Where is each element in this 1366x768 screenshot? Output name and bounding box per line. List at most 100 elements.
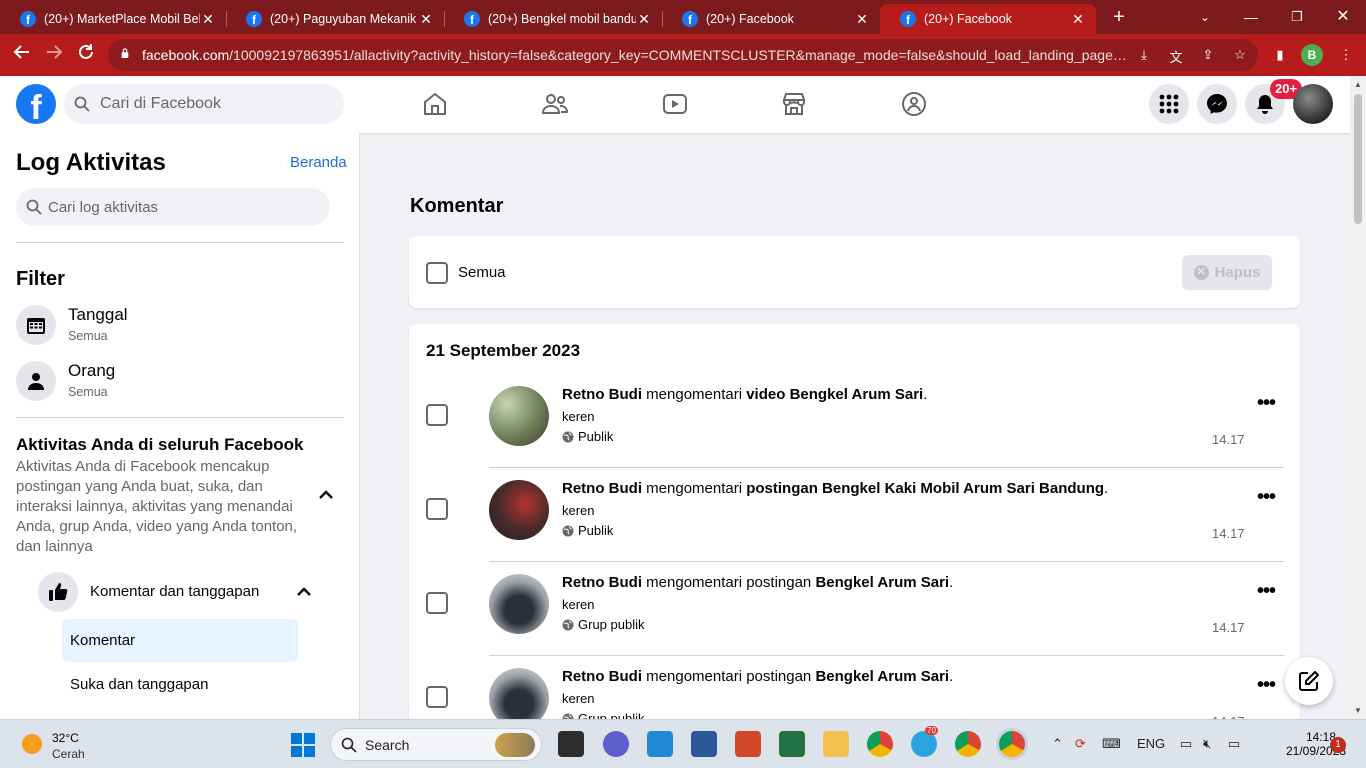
activity-thumbnail[interactable] xyxy=(489,480,549,540)
chrome-profile-icon[interactable] xyxy=(867,731,893,757)
volume-muted-icon[interactable]: 🔇︎ xyxy=(1203,736,1211,752)
minimize-button[interactable]: — xyxy=(1228,4,1274,30)
actor-name[interactable]: Retno Budi xyxy=(562,574,642,591)
vscode-icon[interactable] xyxy=(647,731,673,757)
marketplace-icon[interactable] xyxy=(780,90,808,118)
tab-search-button[interactable]: ⌄ xyxy=(1182,4,1228,30)
activity-search-input[interactable] xyxy=(48,188,318,226)
back-button[interactable] xyxy=(10,43,34,67)
select-all-checkbox[interactable] xyxy=(426,262,448,284)
account-avatar[interactable] xyxy=(1293,84,1333,124)
activity-thumbnail[interactable] xyxy=(489,386,549,446)
task-view-icon[interactable] xyxy=(558,731,584,757)
browser-menu-icon[interactable]: ⋮ xyxy=(1338,47,1354,63)
address-bar[interactable]: facebook.com/100092197863951/allactivity… xyxy=(108,39,1258,71)
row-checkbox[interactable] xyxy=(426,592,448,614)
activity-description[interactable]: Retno Budi mengomentari postingan Bengke… xyxy=(562,480,1108,497)
chevron-up-icon[interactable] xyxy=(316,485,336,505)
scroll-down-arrow-icon[interactable]: ▼ xyxy=(1354,706,1362,715)
restore-button[interactable]: ❐ xyxy=(1274,4,1320,30)
close-tab-icon[interactable]: ✕ xyxy=(418,11,434,28)
category-comments-and-reactions[interactable]: Komentar dan tanggapan xyxy=(38,570,338,614)
weather-description[interactable]: Cerah xyxy=(52,747,85,761)
browser-tab-paguyuban[interactable]: f (20+) Paguyuban Mekanik M ✕ xyxy=(226,4,444,34)
target-text[interactable]: video Bengkel Arum Sari xyxy=(746,386,923,403)
keyboard-icon[interactable]: ⌨ xyxy=(1102,736,1121,752)
language-indicator[interactable]: ENG xyxy=(1137,736,1165,751)
actor-name[interactable]: Retno Budi xyxy=(562,668,642,685)
sync-icon[interactable]: ⟳ xyxy=(1075,736,1086,752)
more-options-icon[interactable]: ••• xyxy=(1255,393,1277,418)
forward-button[interactable] xyxy=(42,43,66,67)
notification-count-badge[interactable]: 1 xyxy=(1330,737,1346,753)
file-explorer-icon[interactable] xyxy=(823,731,849,757)
browser-tab-marketplace[interactable]: f (20+) MarketPlace Mobil Bek ✕ xyxy=(0,4,226,34)
new-message-button[interactable] xyxy=(1285,657,1333,705)
watch-video-icon[interactable] xyxy=(661,90,689,118)
row-checkbox[interactable] xyxy=(426,686,448,708)
actor-name[interactable]: Retno Budi xyxy=(562,386,642,403)
weather-temperature[interactable]: 32°C xyxy=(52,731,79,745)
telegram-icon[interactable]: 70 xyxy=(911,726,938,757)
actor-name[interactable]: Retno Budi xyxy=(562,480,642,497)
activity-description[interactable]: Retno Budi mengomentari video Bengkel Ar… xyxy=(562,386,927,403)
close-tab-icon[interactable]: ✕ xyxy=(636,11,652,28)
show-hidden-icons-icon[interactable]: ⌃ xyxy=(1052,736,1063,752)
home-icon[interactable] xyxy=(421,90,449,118)
sidebar-item-likes-reactions[interactable]: Suka dan tanggapan xyxy=(70,676,208,693)
word-icon[interactable] xyxy=(691,731,717,757)
close-tab-icon[interactable]: ✕ xyxy=(854,11,870,28)
teams-chat-icon[interactable] xyxy=(603,731,629,757)
messenger-button[interactable] xyxy=(1197,84,1237,124)
chrome-active-icon[interactable] xyxy=(999,731,1025,757)
activity-description[interactable]: Retno Budi mengomentari postingan Bengke… xyxy=(562,668,953,685)
windows-start-icon[interactable] xyxy=(291,733,315,757)
bookmark-star-icon[interactable]: ☆ xyxy=(1232,47,1248,63)
share-icon[interactable]: ⇪ xyxy=(1200,47,1216,63)
more-options-icon[interactable]: ••• xyxy=(1255,581,1277,606)
taskbar-search[interactable]: Search xyxy=(330,728,542,761)
chrome-profile-icon[interactable] xyxy=(955,731,981,757)
excel-icon[interactable] xyxy=(779,731,805,757)
scroll-up-arrow-icon[interactable]: ▲ xyxy=(1354,80,1362,89)
browser-tab-bengkel[interactable]: f (20+) Bengkel mobil bandung ✕ xyxy=(444,4,662,34)
battery-icon[interactable]: ▭ xyxy=(1228,736,1240,752)
close-tab-icon[interactable]: ✕ xyxy=(1070,11,1086,28)
translate-icon[interactable]: 文 xyxy=(1168,47,1184,65)
more-options-icon[interactable]: ••• xyxy=(1255,487,1277,512)
browser-tab-facebook-active[interactable]: f (20+) Facebook ✕ xyxy=(880,4,1096,34)
sidebar-item-comments[interactable]: Komentar xyxy=(62,619,298,662)
facebook-logo[interactable]: f xyxy=(16,84,56,124)
row-checkbox[interactable] xyxy=(426,404,448,426)
gaming-icon[interactable] xyxy=(900,90,928,118)
home-link[interactable]: Beranda xyxy=(290,154,347,171)
new-tab-button[interactable]: + xyxy=(1108,6,1130,28)
system-clock[interactable]: 14:18 21/09/2023 xyxy=(1286,730,1346,758)
page-scrollbar[interactable]: ▲ ▼ xyxy=(1350,76,1366,719)
activity-description[interactable]: Retno Budi mengomentari postingan Bengke… xyxy=(562,574,953,591)
menu-grid-button[interactable] xyxy=(1149,84,1189,124)
delete-button[interactable]: ✕ Hapus xyxy=(1182,255,1272,290)
filter-date[interactable]: Tanggal Semua xyxy=(16,301,344,349)
reload-button[interactable] xyxy=(74,43,98,67)
close-tab-icon[interactable]: ✕ xyxy=(200,11,216,28)
display-icon[interactable]: ▭ xyxy=(1180,736,1192,752)
activity-thumbnail[interactable] xyxy=(489,574,549,634)
filter-people[interactable]: Orang Semua xyxy=(16,357,344,405)
target-text[interactable]: Bengkel Arum Sari xyxy=(815,574,949,591)
chevron-up-icon[interactable] xyxy=(294,582,314,602)
side-panel-icon[interactable]: ▮ xyxy=(1272,47,1288,63)
close-window-button[interactable]: ✕ xyxy=(1320,4,1366,30)
target-text[interactable]: postingan Bengkel Kaki Mobil Arum Sari B… xyxy=(746,480,1104,497)
scrollbar-thumb[interactable] xyxy=(1354,94,1362,224)
friends-icon[interactable] xyxy=(541,90,569,118)
sun-icon[interactable] xyxy=(22,734,42,754)
more-options-icon[interactable]: ••• xyxy=(1255,675,1277,700)
browser-tab-facebook[interactable]: f (20+) Facebook ✕ xyxy=(662,4,880,34)
row-checkbox[interactable] xyxy=(426,498,448,520)
powerpoint-icon[interactable] xyxy=(735,731,761,757)
install-app-icon[interactable]: ⤓ xyxy=(1136,47,1152,63)
facebook-search-input[interactable] xyxy=(100,84,330,124)
target-text[interactable]: Bengkel Arum Sari xyxy=(815,668,949,685)
browser-profile-avatar[interactable]: B xyxy=(1301,44,1323,66)
